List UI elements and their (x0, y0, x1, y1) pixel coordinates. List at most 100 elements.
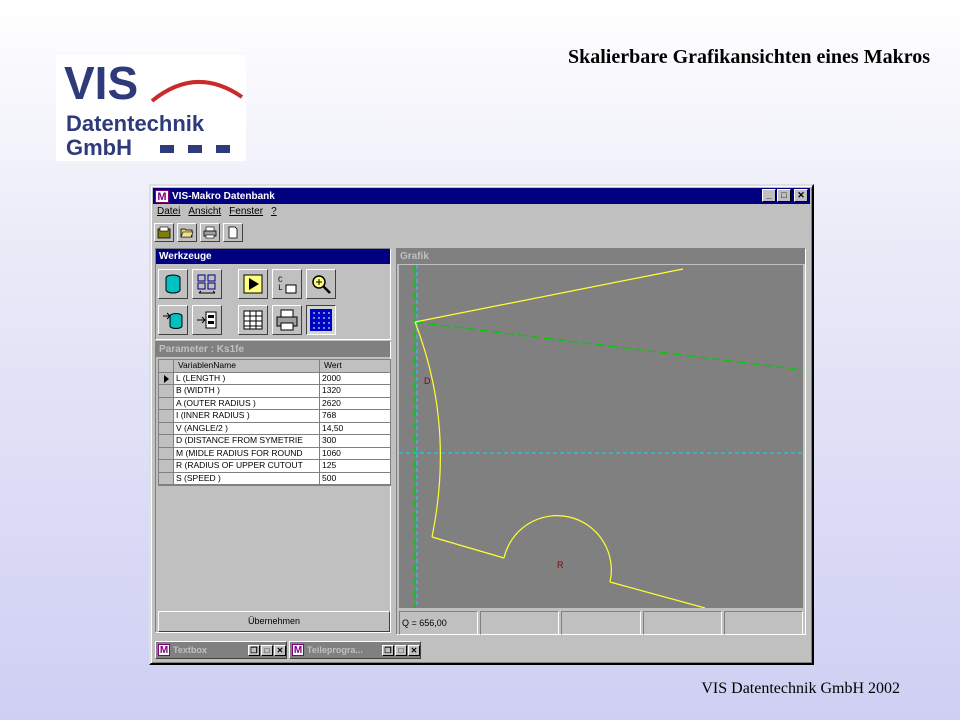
cell-name[interactable]: M (MIDLE RADIUS FOR ROUND (174, 447, 320, 459)
cell-name[interactable]: R (RADIUS OF UPPER CUTOUT (174, 460, 320, 472)
status-field-3 (561, 611, 641, 635)
bottom-edge-left (431, 536, 505, 559)
menu-help[interactable]: ? (271, 206, 277, 220)
printer-icon (276, 309, 298, 331)
apply-button[interactable]: Übernehmen (158, 611, 390, 632)
table-row[interactable]: S (SPEED ) 500 (159, 472, 390, 485)
cell-value[interactable]: 1060 (320, 448, 390, 460)
maximize-button[interactable]: □ (261, 644, 273, 656)
row-pointer-icon (164, 374, 169, 383)
tool-dots-grid-button[interactable] (306, 305, 336, 335)
drawing-svg: D R (399, 265, 803, 608)
maximize-button[interactable]: □ (777, 189, 791, 202)
outer-edge-line (414, 268, 684, 323)
table-row[interactable]: M (MIDLE RADIUS FOR ROUND 1060 (159, 447, 390, 460)
logo-line2: Datentechnik (66, 111, 205, 136)
cell-value[interactable]: 300 (320, 435, 390, 447)
close-button[interactable]: ✕ (274, 644, 286, 656)
toolbar-database-button[interactable] (154, 223, 174, 242)
status-bar: Q = 656,00 (399, 611, 804, 635)
menu-ansicht[interactable]: Ansicht (188, 206, 221, 220)
inner-arc (414, 321, 441, 538)
window-title: VIS-Makro Datenbank (172, 190, 275, 202)
cell-value[interactable]: 768 (320, 410, 390, 422)
import-database-icon (163, 312, 183, 329)
grid-arrows-icon (197, 274, 216, 294)
tool-export-table-button[interactable] (192, 305, 222, 335)
app-icon: M (158, 644, 170, 656)
logo-line3: GmbH (66, 135, 132, 160)
maximize-button[interactable]: □ (395, 644, 407, 656)
slide-title: Skalierbare Grafikansichten eines Makros (567, 46, 930, 68)
drawing-canvas[interactable]: D R (399, 265, 803, 608)
app-window: M VIS-Makro Datenbank _ □ ✕ Datei Ansich… (149, 184, 814, 665)
grafik-title: Grafik (397, 249, 805, 264)
cell-name[interactable]: A (OUTER RADIUS ) (174, 397, 320, 409)
restore-button[interactable]: ❐ (382, 644, 394, 656)
toolbar (153, 223, 810, 245)
restore-button[interactable]: ❐ (248, 644, 260, 656)
tool-grid-arrows-button[interactable] (192, 269, 222, 299)
minimize-button[interactable]: _ (762, 189, 776, 202)
toolbar-print-button[interactable] (200, 223, 220, 242)
werkzeuge-panel: Werkzeuge CL (155, 248, 391, 340)
tool-play-button[interactable] (238, 269, 268, 299)
cell-name[interactable]: B (WIDTH ) (174, 385, 320, 397)
mdi-textbox[interactable]: M Textbox ❐ □ ✕ (155, 641, 287, 659)
upper-cutout-arc (503, 515, 612, 583)
minimized-windows: M Textbox ❐ □ ✕ M Teileprogra... ❐ □ ✕ (155, 641, 421, 659)
cell-value[interactable]: 2620 (320, 398, 390, 410)
toolbar-open-button[interactable] (177, 223, 197, 242)
table-row[interactable]: A (OUTER RADIUS ) 2620 (159, 397, 390, 410)
mdi-textbox-label: Textbox (173, 645, 207, 655)
tool-database-button[interactable] (158, 269, 188, 299)
label-r: R (557, 560, 564, 570)
tool-import-database-button[interactable] (158, 305, 188, 335)
cell-value[interactable]: 500 (320, 473, 390, 485)
menu-bar: Datei Ansicht Fenster ? (157, 206, 277, 220)
print-icon (203, 226, 217, 239)
cell-value[interactable]: 1320 (320, 385, 390, 397)
cell-value[interactable]: 2000 (320, 373, 390, 385)
header-variable-name[interactable]: VariablenName (174, 360, 320, 372)
close-button[interactable]: ✕ (794, 189, 808, 202)
bottom-edge-right (609, 581, 706, 608)
menu-datei[interactable]: Datei (157, 206, 180, 220)
cell-name[interactable]: V (ANGLE/2 ) (174, 422, 320, 434)
tool-table-button[interactable] (238, 305, 268, 335)
table-row[interactable]: R (RADIUS OF UPPER CUTOUT 125 (159, 460, 390, 473)
label-d: D (424, 376, 431, 386)
tool-code-button[interactable]: CL (272, 269, 302, 299)
status-field-5 (723, 611, 804, 635)
table-row[interactable]: B (WIDTH ) 1320 (159, 385, 390, 398)
table-row[interactable]: L (LENGTH ) 2000 (159, 372, 390, 385)
menu-fenster[interactable]: Fenster (229, 206, 263, 220)
window-titlebar[interactable]: M VIS-Makro Datenbank _ □ ✕ (153, 188, 810, 204)
table-row[interactable]: V (ANGLE/2 ) 14,50 (159, 422, 390, 435)
table-row[interactable]: D (DISTANCE FROM SYMETRIE 300 (159, 435, 390, 448)
cell-name[interactable]: I (INNER RADIUS ) (174, 410, 320, 422)
status-field-4 (642, 611, 722, 635)
app-icon: M (292, 644, 304, 656)
header-value[interactable]: Wert (320, 360, 390, 372)
cell-name[interactable]: S (SPEED ) (174, 472, 320, 484)
tool-zoom-button[interactable] (306, 269, 336, 299)
app-icon: M (155, 189, 169, 203)
svg-text:L: L (278, 284, 283, 293)
table-row[interactable]: I (INNER RADIUS ) 768 (159, 410, 390, 423)
parameter-panel: Parameter : Ks1fe VariablenName Wert L (… (155, 341, 391, 633)
vis-logo: VIS Datentechnik GmbH (56, 55, 246, 161)
cell-value[interactable]: 125 (320, 460, 390, 472)
cell-value[interactable]: 14,50 (320, 423, 390, 435)
parameter-title: Parameter : Ks1fe (156, 342, 390, 357)
cell-name[interactable]: L (LENGTH ) (174, 372, 320, 384)
close-button[interactable]: ✕ (408, 644, 420, 656)
mdi-teileprogramm[interactable]: M Teileprogra... ❐ □ ✕ (289, 641, 421, 659)
export-table-icon (197, 311, 217, 329)
status-field-2 (480, 611, 560, 635)
logo-line1: VIS (64, 57, 138, 109)
toolbar-new-button[interactable] (223, 223, 243, 242)
cell-name[interactable]: D (DISTANCE FROM SYMETRIE (174, 435, 320, 447)
tool-printer-button[interactable] (272, 305, 302, 335)
database-icon (165, 274, 181, 294)
